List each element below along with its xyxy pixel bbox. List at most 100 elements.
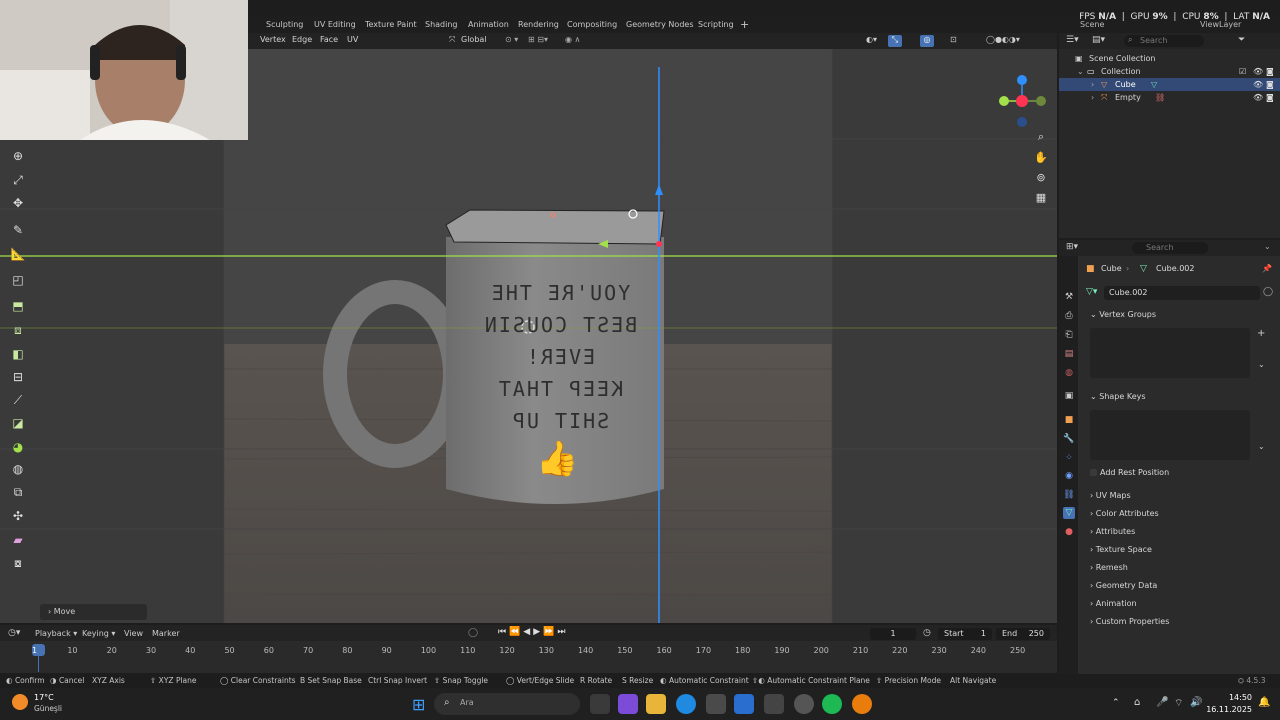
annotate-tool-icon[interactable]: ✎	[6, 220, 30, 240]
store-icon[interactable]	[706, 694, 726, 714]
object-tab-icon[interactable]: ■	[1063, 414, 1075, 426]
add-workspace-button[interactable]: +	[740, 18, 749, 32]
shape-keys-panel[interactable]: ⌄ Shape Keys	[1090, 392, 1146, 401]
shading-modes-icon[interactable]: ◯●◐◑▾	[986, 35, 1020, 44]
outliner-search-input[interactable]: Search	[1124, 35, 1204, 47]
physics-tab-icon[interactable]: ◉	[1063, 470, 1075, 482]
vertex-groups-panel[interactable]: ⌄ Vertex Groups	[1090, 310, 1156, 319]
render-tab-icon[interactable]: ⎙	[1063, 310, 1075, 322]
properties-editor-icon[interactable]: ⊞▾	[1066, 242, 1078, 252]
tool-tab-icon[interactable]: ⚒	[1063, 291, 1075, 303]
menu-uv[interactable]: UV	[347, 35, 358, 44]
camera-view-icon[interactable]: ⊚	[1033, 169, 1049, 185]
mesh-data-tab-icon[interactable]: ▽	[1063, 507, 1075, 519]
pivot-icon[interactable]: ⊙ ▾	[505, 35, 518, 44]
menu-view[interactable]: View	[124, 629, 143, 638]
particles-tab-icon[interactable]: ⁘	[1063, 452, 1075, 464]
menu-vertex[interactable]: Vertex	[260, 35, 286, 44]
shrink-fatten-tool-icon[interactable]: ✣	[6, 506, 30, 526]
eye-icon[interactable]: 👁	[1253, 78, 1263, 91]
auto-key-icon[interactable]: ◯	[468, 628, 478, 638]
view-layer-tab-icon[interactable]: ▤	[1063, 348, 1075, 360]
menu-keying[interactable]: Keying ▾	[82, 629, 115, 638]
poly-build-tool-icon[interactable]: ◪	[6, 413, 30, 433]
menu-playback[interactable]: Playback ▾	[35, 629, 77, 638]
spin-tool-icon[interactable]: ◕	[6, 437, 30, 457]
vertex-groups-list[interactable]	[1090, 328, 1250, 378]
edge-slide-tool-icon[interactable]: ⧉	[6, 482, 30, 502]
windows-start-icon[interactable]: ⊞	[412, 695, 425, 714]
outliner-row-empty[interactable]: › ⤧ Empty ⛓ 👁 ◙	[1059, 91, 1280, 104]
last-operator-panel[interactable]: › Move	[40, 604, 147, 620]
camera-icon[interactable]: ◙	[1266, 91, 1274, 104]
outliner-editor-icon[interactable]: ☰▾	[1066, 35, 1079, 45]
tab-sculpting[interactable]: Sculpting	[266, 18, 303, 32]
uv-maps-panel[interactable]: › UV Maps	[1090, 491, 1131, 500]
pin-icon[interactable]: 📌	[1262, 264, 1272, 273]
tab-compositing[interactable]: Compositing	[567, 18, 617, 32]
camera-icon[interactable]: ◙	[1266, 65, 1274, 78]
notification-icon[interactable]: 🔔	[1258, 697, 1270, 708]
copilot-icon[interactable]	[618, 694, 638, 714]
wifi-icon[interactable]: ⌔	[1174, 697, 1183, 710]
outliner-row-cube[interactable]: › ▽ Cube ▽ 👁 ◙	[1059, 78, 1280, 91]
microphone-icon[interactable]: 🎤	[1156, 697, 1168, 708]
geometry-data-panel[interactable]: › Geometry Data	[1090, 581, 1157, 590]
shape-key-menu-icon[interactable]: ⌄	[1258, 442, 1265, 451]
visibility-icon[interactable]: ◐▾	[866, 35, 877, 44]
expand-icon[interactable]: ›	[1091, 78, 1094, 91]
animation-panel[interactable]: › Animation	[1090, 599, 1137, 608]
taskbar-search-input[interactable]: ⌕ Ara	[434, 693, 580, 715]
tab-geometry-nodes[interactable]: Geometry Nodes	[626, 18, 693, 32]
tab-shading[interactable]: Shading	[425, 18, 458, 32]
xray-icon[interactable]: ⊡	[950, 35, 957, 44]
spotify-icon[interactable]	[822, 694, 842, 714]
start-frame-field[interactable]: Start 1	[938, 628, 992, 640]
outlook-icon[interactable]	[734, 694, 754, 714]
properties-search-input[interactable]: Search	[1132, 242, 1208, 254]
navigation-gizmo[interactable]	[995, 71, 1051, 131]
scene-tab-icon[interactable]: ◍	[1063, 367, 1075, 379]
shear-tool-icon[interactable]: ▰	[6, 530, 30, 550]
filter-icon[interactable]: ⏷	[1238, 35, 1245, 45]
current-frame-field[interactable]: 1	[870, 628, 916, 640]
checkbox-icon[interactable]: ☑	[1239, 65, 1246, 78]
network-icon[interactable]: ⌂	[1134, 697, 1140, 708]
fake-user-icon[interactable]: ◯	[1263, 287, 1273, 297]
outliner-row-collection[interactable]: ⌄ ▭ Collection ☑ 👁 ◙	[1059, 65, 1280, 78]
display-mode-icon[interactable]: ▤▾	[1092, 35, 1105, 45]
tab-uv-editing[interactable]: UV Editing	[314, 18, 356, 32]
world-tab-icon[interactable]: ▣	[1063, 390, 1075, 402]
chrome-icon[interactable]	[794, 694, 814, 714]
menu-edge[interactable]: Edge	[292, 35, 312, 44]
color-attributes-panel[interactable]: › Color Attributes	[1090, 509, 1159, 518]
gizmo-toggle-icon[interactable]: ⤡	[888, 35, 902, 47]
settings-icon[interactable]	[764, 694, 784, 714]
tray-chevron-icon[interactable]: ⌃	[1112, 698, 1120, 708]
smooth-tool-icon[interactable]: ◍	[6, 459, 30, 479]
rip-tool-icon[interactable]: ⧇	[6, 553, 30, 573]
cursor-tool-icon[interactable]: ⊕	[6, 146, 30, 166]
timeline-editor-icon[interactable]: ◷▾	[8, 628, 20, 638]
loop-cut-tool-icon[interactable]: ⊟	[6, 367, 30, 387]
modifier-tab-icon[interactable]: 🔧	[1063, 433, 1075, 445]
inset-tool-icon[interactable]: ⧈	[6, 320, 30, 340]
extrude-tool-icon[interactable]: ⬒	[6, 296, 30, 316]
eye-icon[interactable]: 👁	[1253, 65, 1263, 78]
custom-properties-panel[interactable]: › Custom Properties	[1090, 617, 1169, 626]
add-vertex-group-icon[interactable]: +	[1257, 328, 1265, 339]
menu-marker[interactable]: Marker	[152, 629, 180, 638]
tab-scripting[interactable]: Scripting	[698, 18, 734, 32]
options-chevron-icon[interactable]: ⌄	[1264, 242, 1271, 251]
mesh-datablock-icon[interactable]: ▽▾	[1086, 287, 1097, 297]
shape-keys-list[interactable]	[1090, 410, 1250, 460]
volume-icon[interactable]: 🔊	[1190, 697, 1202, 708]
pan-hand-icon[interactable]: ✋	[1033, 149, 1049, 165]
texture-space-panel[interactable]: › Texture Space	[1090, 545, 1152, 554]
add-rest-position-checkbox[interactable]	[1090, 469, 1097, 476]
tab-rendering[interactable]: Rendering	[518, 18, 559, 32]
camera-icon[interactable]: ◙	[1266, 78, 1274, 91]
outliner-row-scene-collection[interactable]: ▣ Scene Collection	[1059, 52, 1280, 65]
zoom-icon[interactable]: ⌕	[1033, 129, 1049, 145]
scale-tool-icon[interactable]: ⤢	[6, 170, 30, 190]
